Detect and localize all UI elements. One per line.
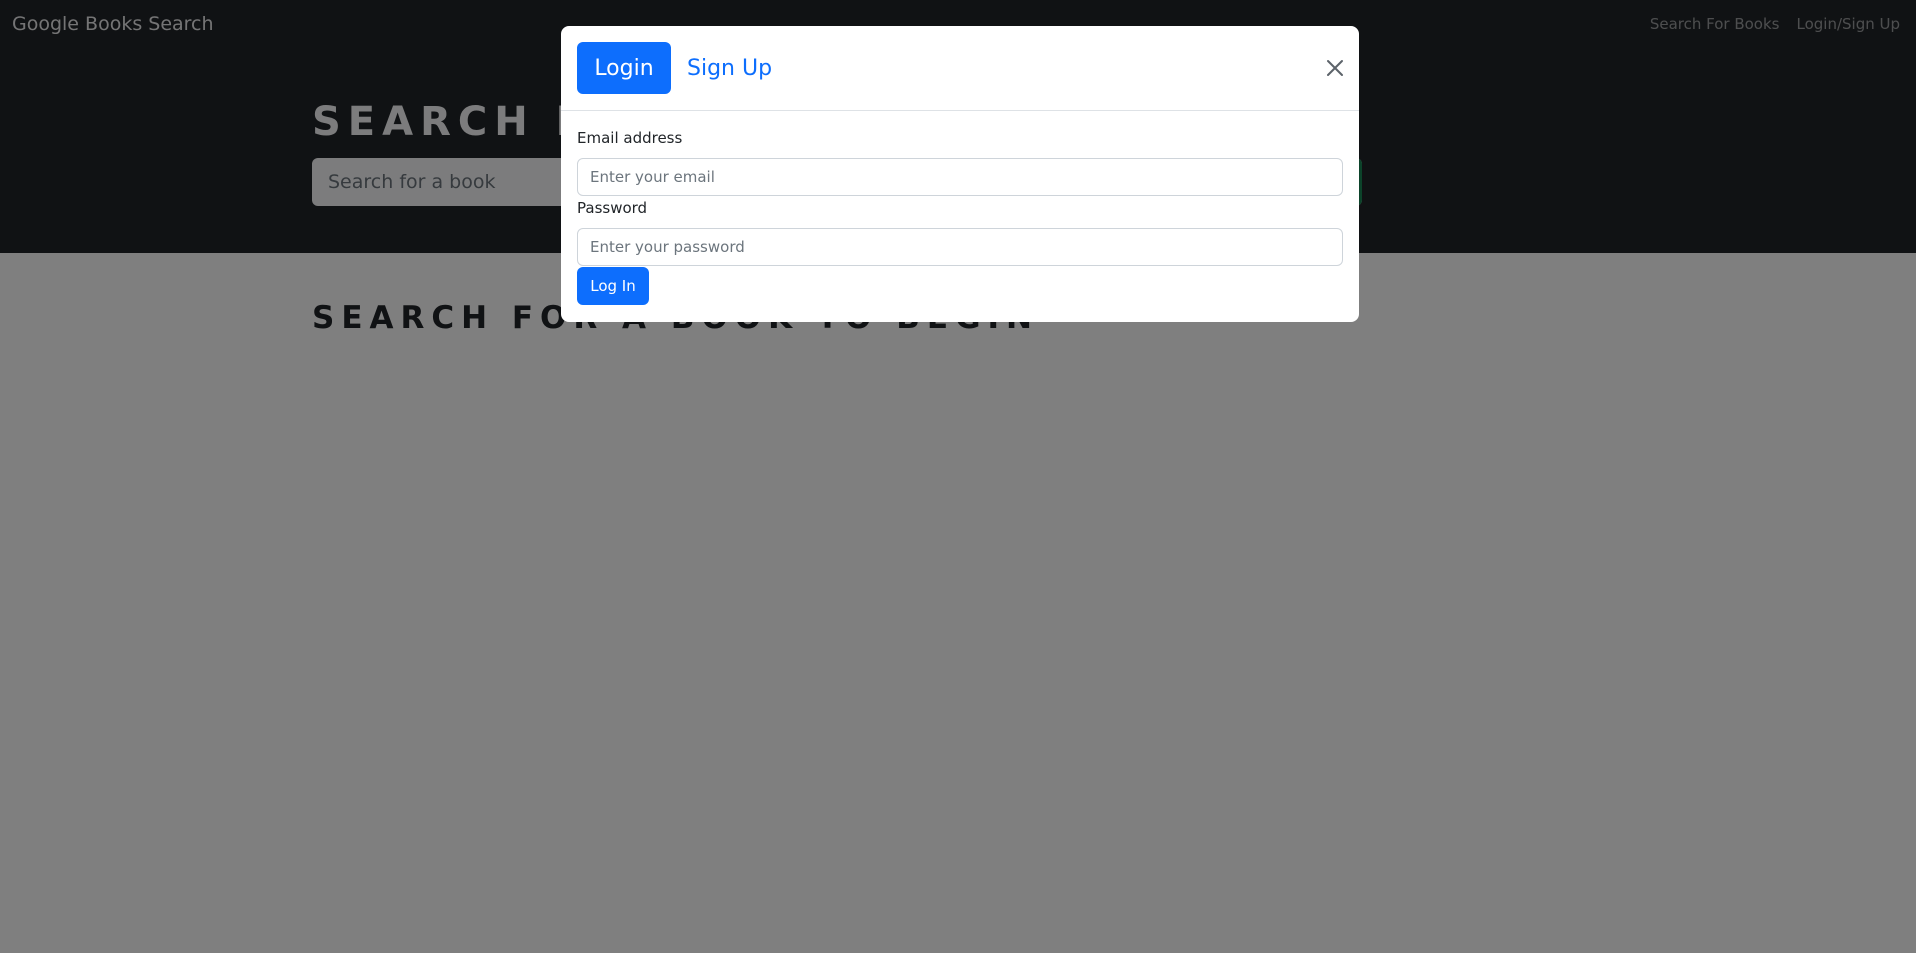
close-button[interactable]: [1323, 56, 1347, 80]
close-icon: [1327, 60, 1343, 76]
email-label: Email address: [577, 129, 683, 147]
tab-signup[interactable]: Sign Up: [687, 42, 772, 94]
login-submit-button[interactable]: Log In: [577, 267, 649, 305]
page: Google Books Search Search For Books Log…: [0, 0, 1916, 953]
login-modal: Login Sign Up Email address Password Log…: [561, 26, 1359, 322]
modal-header: Login Sign Up: [561, 26, 1359, 111]
email-field[interactable]: [577, 158, 1343, 196]
tab-login[interactable]: Login: [577, 42, 671, 94]
password-field[interactable]: [577, 228, 1343, 266]
password-label: Password: [577, 199, 648, 217]
